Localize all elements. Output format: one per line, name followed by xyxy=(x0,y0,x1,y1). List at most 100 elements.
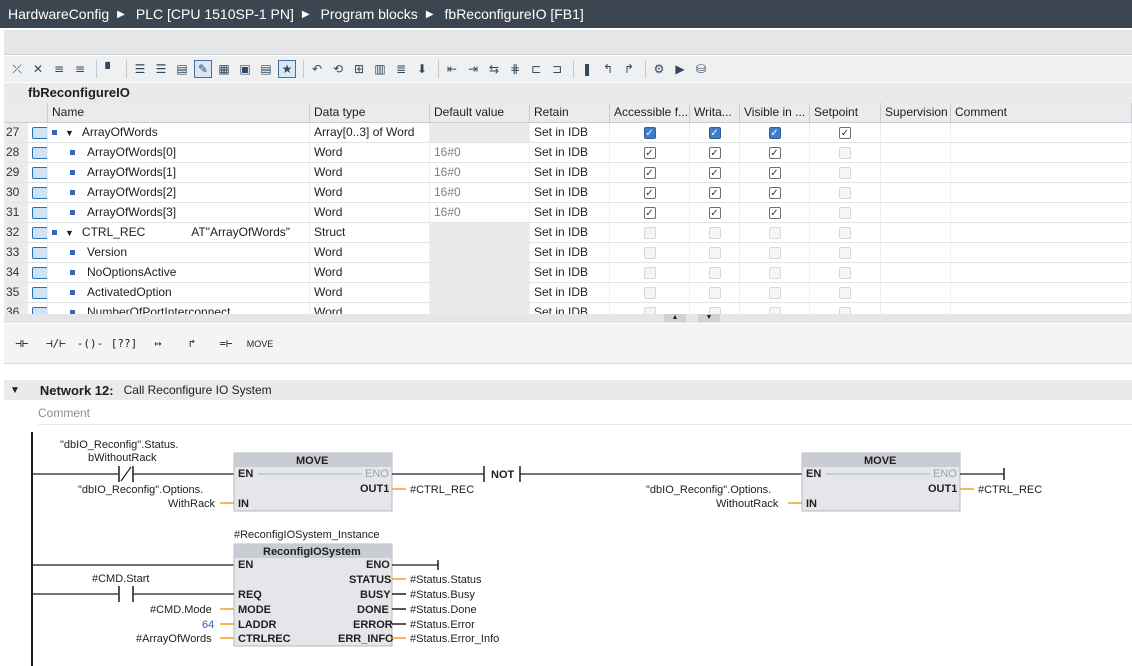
checkbox-set[interactable] xyxy=(839,186,851,199)
default-value-cell[interactable] xyxy=(430,283,530,302)
checkbox-wr[interactable]: ✓ xyxy=(708,206,721,219)
outdent-icon[interactable]: ⇥ xyxy=(464,60,482,78)
checkbox-set[interactable] xyxy=(839,286,851,299)
instance-db-label[interactable]: #ReconfigIOSystem_Instance xyxy=(234,529,380,541)
table-row[interactable]: 28 ArrayOfWords[0] Word 16#0 Set in IDB ✓ ✓ ✓ xyxy=(4,143,1132,163)
download-icon[interactable]: ⬇ xyxy=(413,60,431,78)
checkbox-vis[interactable]: ✓ xyxy=(768,126,781,139)
favorites-icon[interactable]: ★ xyxy=(278,60,296,78)
checkbox-acc[interactable]: ✓ xyxy=(643,206,656,219)
checkbox-vis[interactable]: ✓ xyxy=(768,186,781,199)
checkbox-wr[interactable] xyxy=(708,286,721,299)
move-box-icon[interactable]: MOVE xyxy=(246,332,274,356)
checkbox-vis[interactable]: ✓ xyxy=(768,166,781,179)
error-operand[interactable]: #Status.Error xyxy=(410,619,475,631)
default-value-cell[interactable]: 16#0 xyxy=(430,183,530,202)
checkbox-vis[interactable] xyxy=(768,226,781,239)
wire-icon[interactable]: ⋕ xyxy=(506,60,524,78)
close-branch-icon[interactable]: ↱ xyxy=(178,332,206,356)
checkbox-vis[interactable]: ✓ xyxy=(768,146,781,159)
supervision-cell[interactable] xyxy=(881,263,951,282)
checkbox-wr[interactable] xyxy=(708,226,721,239)
empty-box-icon[interactable]: [??] xyxy=(110,332,138,356)
checkbox-acc[interactable]: ✓ xyxy=(643,146,656,159)
breadcrumb-item-block[interactable]: fbReconfigureIO [FB1] xyxy=(437,6,586,22)
status-operand[interactable]: #Status.Status xyxy=(410,574,482,586)
simulate-icon[interactable]: ▶ xyxy=(671,60,689,78)
table-splitter[interactable]: ▲ ▼ xyxy=(4,314,1132,322)
checkbox-vis[interactable] xyxy=(768,246,781,259)
delete-row-icon[interactable]: ✕ xyxy=(29,60,47,78)
retain-cell[interactable]: Set in IDB xyxy=(530,283,610,302)
table-row[interactable]: 30 ArrayOfWords[2] Word 16#0 Set in IDB ✓ ✓ ✓ xyxy=(4,183,1132,203)
comment-cell[interactable] xyxy=(951,263,1132,282)
modify-icon[interactable]: ⊞ xyxy=(350,60,368,78)
checkbox-acc[interactable] xyxy=(643,246,656,259)
checkbox-wr[interactable]: ✓ xyxy=(708,186,721,199)
comment-cell[interactable] xyxy=(951,123,1132,142)
retain-cell[interactable]: Set in IDB xyxy=(530,263,610,282)
retain-cell[interactable]: Set in IDB xyxy=(530,143,610,162)
supervision-cell[interactable] xyxy=(881,243,951,262)
data-type-cell[interactable]: Word xyxy=(310,183,430,202)
data-type-cell[interactable]: Word xyxy=(310,163,430,182)
checkbox-acc[interactable] xyxy=(643,266,656,279)
column-header[interactable]: Name xyxy=(48,103,310,122)
supervision-cell[interactable] xyxy=(881,203,951,222)
branch-close-icon[interactable]: ⊐ xyxy=(548,60,566,78)
data-type-cell[interactable]: Array[0..3] of Word xyxy=(310,123,430,142)
move2-out-operand[interactable]: #CTRL_REC xyxy=(978,484,1042,496)
checkbox-vis[interactable] xyxy=(768,266,781,279)
checkbox-wr[interactable] xyxy=(708,246,721,259)
comment-cell[interactable] xyxy=(951,203,1132,222)
go-to-icon[interactable]: ↶ xyxy=(308,60,326,78)
checkbox-acc[interactable] xyxy=(643,286,656,299)
checkbox-acc[interactable]: ✓ xyxy=(643,186,656,199)
column-header[interactable]: Data type xyxy=(310,103,430,122)
bookmark-icon[interactable]: ❚ xyxy=(578,60,596,78)
move1-in-operand[interactable]: "dbIO_Reconfig".Options. xyxy=(78,484,203,496)
checkbox-wr[interactable] xyxy=(708,266,721,279)
mode-operand[interactable]: #CMD.Mode xyxy=(150,604,212,616)
next-bookmark-icon[interactable]: ↱ xyxy=(620,60,638,78)
default-value-cell[interactable]: 16#0 xyxy=(430,163,530,182)
move1-out-operand[interactable]: #CTRL_REC xyxy=(410,484,474,496)
comment-cell[interactable] xyxy=(951,143,1132,162)
supervision-cell[interactable] xyxy=(881,163,951,182)
retain-cell[interactable]: Set in IDB xyxy=(530,183,610,202)
open-branch-icon[interactable]: ↦ xyxy=(144,332,172,356)
column-header[interactable]: Visible in ... xyxy=(740,103,810,122)
data-type-cell[interactable]: Word xyxy=(310,203,430,222)
table-row[interactable]: 27 ▼ ArrayOfWords Array[0..3] of Word Set in… xyxy=(4,123,1132,143)
checkbox-set[interactable]: ✓ xyxy=(839,126,851,139)
breadcrumb-item-program-blocks[interactable]: Program blocks xyxy=(313,6,420,22)
supervision-cell[interactable] xyxy=(881,183,951,202)
table-row[interactable]: 33 Version Word Set in IDB xyxy=(4,243,1132,263)
no-contact[interactable] xyxy=(118,586,134,602)
branch-open-icon[interactable]: ⊏ xyxy=(527,60,545,78)
reconfig-io-system-box[interactable]: ReconfigIOSystem EN ENO STATUS REQ BUSY … xyxy=(233,543,394,647)
column-header[interactable]: Setpoint xyxy=(810,103,881,122)
collapse-triangle-icon[interactable]: ▼ xyxy=(10,385,20,396)
breadcrumb-item-project[interactable]: HardwareConfig xyxy=(0,6,111,22)
data-type-cell[interactable]: Word xyxy=(310,263,430,282)
retain-cell[interactable]: Set in IDB xyxy=(530,163,610,182)
data-type-cell[interactable]: Word xyxy=(310,283,430,302)
network-title[interactable]: Call Reconfigure IO System xyxy=(124,383,272,397)
retain-cell[interactable]: Set in IDB xyxy=(530,203,610,222)
checkbox-set[interactable] xyxy=(839,166,851,179)
comment-cell[interactable] xyxy=(951,183,1132,202)
not-element[interactable]: NOT xyxy=(483,466,521,482)
checkbox-set[interactable] xyxy=(839,206,851,219)
network-list-icon[interactable]: ▤ xyxy=(173,60,191,78)
prev-bookmark-icon[interactable]: ↰ xyxy=(599,60,617,78)
column-header[interactable]: Writa... xyxy=(690,103,740,122)
comment-cell[interactable] xyxy=(951,163,1132,182)
chevron-up-icon[interactable]: ▲ xyxy=(664,314,686,322)
laddr-operand[interactable]: 64 xyxy=(202,619,214,631)
checkbox-set[interactable] xyxy=(839,246,851,259)
comments-toggle-icon[interactable]: ✎ xyxy=(194,60,212,78)
default-value-cell[interactable]: 16#0 xyxy=(430,203,530,222)
network-collapse-icon[interactable]: ☰ xyxy=(152,60,170,78)
move1-in-operand-line2[interactable]: WithRack xyxy=(168,498,216,510)
